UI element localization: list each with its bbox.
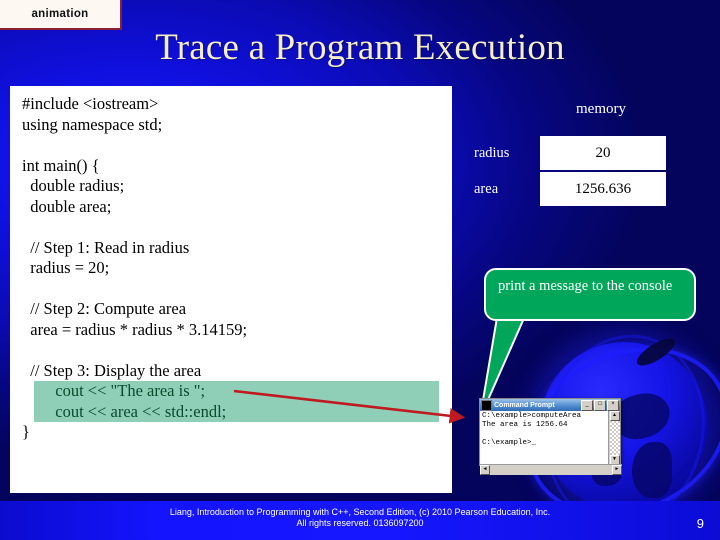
scroll-left-button[interactable]: ◄ [480,465,490,475]
code-line: } [22,422,30,441]
memory-variable-name: radius [474,144,510,161]
console-line: C:\example>computeArea [482,412,582,420]
command-prompt-window[interactable]: Command Prompt _ □ × C:\example>computeA… [479,398,622,475]
minimize-button[interactable]: _ [581,399,593,411]
close-button[interactable]: × [607,399,619,411]
code-line: int main() { [22,155,100,175]
console-title-bar[interactable]: Command Prompt _ □ × [480,399,620,411]
code-line: double radius; [22,176,125,195]
console-horizontal-scrollbar[interactable]: ◄ ► [480,464,622,475]
console-line: The area is 1256.64 [482,421,568,429]
globe-landmass [632,442,672,498]
page-number: 9 [696,516,704,531]
footer-credit-line2: All rights reserved. 0136097200 [296,518,424,528]
console-title-text: Command Prompt [494,401,555,409]
memory-label: memory [576,101,626,117]
callout-bubble: print a message to the console [484,268,696,321]
code-line: // Step 1: Read in radius [22,237,190,257]
code-line: cout << area << std::endl; [34,401,439,422]
code-line: radius = 20; [22,258,110,277]
scroll-track[interactable] [609,421,620,455]
memory-variable-name: area [474,180,499,197]
code-panel: #include <iostream> using namespace std; i… [10,86,452,493]
window-buttons: _ □ × [581,399,619,411]
code-line: // Step 2: Compute area [22,299,187,318]
console-output-text: C:\example>computeArea The area is 1256.6… [480,411,608,465]
code-line: using namespace std; [22,114,163,134]
callout-text: print a message to the console [498,278,673,294]
scroll-right-button[interactable]: ► [612,465,622,475]
memory-row-area: area 1256.636 [470,172,666,206]
console-vertical-scrollbar[interactable]: ▲ ▼ [608,411,620,465]
memory-row-radius: radius 20 [470,136,666,170]
scroll-up-button[interactable]: ▲ [609,411,620,421]
maximize-button[interactable]: □ [594,399,606,411]
console-line: C:\example>_ [482,439,537,447]
memory-variable-value: 20 [540,136,666,170]
page-title: Trace a Program Execution [155,27,565,68]
animation-tab-label: animation [31,8,89,20]
code-line: #include <iostream> [22,94,159,113]
footer-credit-line1: Liang, Introduction to Programming with … [169,507,551,517]
slide-canvas: animation Trace a Program Execution #inc… [0,0,720,540]
footer-credit: Liang, Introduction to Programming with … [0,507,720,529]
globe-highlight [633,333,679,371]
console-app-icon [481,399,492,411]
memory-variable-value: 1256.636 [540,172,666,206]
code-line: double area; [22,196,112,216]
code-listing: #include <iostream> using namespace std; i… [22,94,442,443]
console-body: C:\example>computeArea The area is 1256.6… [480,411,622,475]
code-line: cout << "The area is "; [34,381,439,402]
code-line: // Step 3: Display the area [22,360,202,380]
code-line: area = radius * radius * 3.14159; [22,319,248,339]
